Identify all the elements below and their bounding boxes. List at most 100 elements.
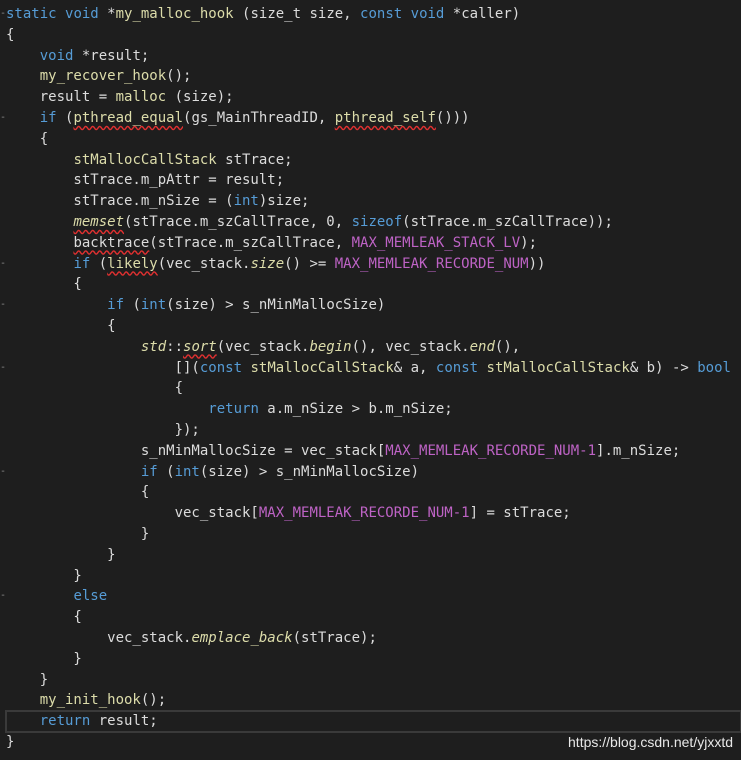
code-text: if (int(size) > s_nMinMallocSize) — [6, 462, 419, 483]
code-token: pthread_self — [334, 110, 436, 126]
code-line[interactable]: { — [0, 482, 741, 503]
code-line[interactable]: void *result; — [0, 46, 741, 67]
code-token: stTrace.m_pAttr = result; — [6, 172, 285, 189]
code-line[interactable]: - else — [0, 586, 741, 607]
code-text: my_init_hook(); — [6, 690, 166, 711]
code-text: if (int(size) > s_nMinMallocSize) — [6, 295, 385, 316]
code-line[interactable]: - if (likely(vec_stack.size() >= MAX_MEM… — [0, 254, 741, 275]
code-token: (vec_stack. — [216, 338, 310, 355]
code-text: vec_stack[MAX_MEMLEAK_RECORDE_NUM-1] = s… — [6, 503, 571, 524]
code-line[interactable]: my_recover_hook(); — [0, 66, 741, 87]
code-text: else — [6, 586, 107, 607]
code-text: } — [6, 545, 115, 566]
code-token: int — [174, 463, 200, 480]
code-text: return a.m_nSize > b.m_nSize; — [6, 399, 452, 420]
code-line[interactable]: backtrace(stTrace.m_szCallTrace, MAX_MEM… — [0, 233, 741, 254]
code-text: { — [6, 274, 82, 295]
code-line[interactable]: vec_stack.emplace_back(stTrace); — [0, 628, 741, 649]
code-token: ); — [520, 234, 538, 251]
code-token: (stTrace.m_szCallTrace)); — [402, 214, 613, 230]
code-line[interactable]: { — [0, 129, 741, 150]
code-text: if (likely(vec_stack.size() >= MAX_MEMLE… — [6, 254, 545, 275]
code-text: backtrace(stTrace.m_szCallTrace, MAX_MEM… — [6, 233, 537, 254]
code-text: } — [6, 670, 48, 691]
code-token: MAX_MEMLEAK_RECORDE_NUM-1 — [385, 442, 597, 459]
code-token: (), — [494, 338, 521, 355]
code-line[interactable]: my_init_hook(); — [0, 690, 741, 711]
code-line[interactable]: }); — [0, 420, 741, 441]
code-line[interactable]: std::sort(vec_stack.begin(), vec_stack.e… — [0, 337, 741, 358]
code-line[interactable]: memset(stTrace.m_szCallTrace, 0, sizeof(… — [0, 212, 741, 233]
code-token: std — [140, 338, 167, 355]
code-token: { — [6, 130, 49, 147]
code-line[interactable]: s_nMinMallocSize = vec_stack[MAX_MEMLEAK… — [0, 441, 741, 462]
code-token: my_malloc_hook — [115, 6, 234, 22]
code-token: { — [6, 609, 82, 626]
code-line[interactable]: result = malloc (size); — [0, 87, 741, 108]
code-token: if — [140, 463, 158, 480]
code-text: } — [6, 566, 81, 587]
code-line[interactable]: } — [0, 545, 741, 566]
code-token: } — [6, 650, 82, 667]
code-line[interactable]: { — [0, 25, 741, 46]
code-line[interactable]: - [](const stMallocCallStack& a, const s… — [0, 358, 741, 379]
code-text: { — [6, 378, 183, 399]
code-token: (stTrace.m_szCallTrace, — [149, 234, 352, 251]
code-text: { — [6, 25, 14, 46]
code-token: { — [6, 484, 150, 501]
code-token: stTrace.m_nSize = ( — [6, 193, 234, 210]
code-line[interactable]: stTrace.m_nSize = (int)size; — [0, 191, 741, 212]
code-token: return — [39, 713, 91, 730]
code-line[interactable]: return a.m_nSize > b.m_nSize; — [0, 399, 741, 420]
code-line[interactable]: - if (int(size) > s_nMinMallocSize) — [0, 295, 741, 316]
code-token: { — [6, 276, 82, 293]
code-token: bool — [697, 359, 731, 376]
code-token: ( — [90, 255, 108, 272]
code-token: return — [208, 401, 259, 418]
code-token: ( — [56, 110, 74, 126]
code-line[interactable]: { — [0, 607, 741, 628]
code-line[interactable]: return result; — [5, 710, 741, 733]
code-line[interactable]: stMallocCallStack stTrace; — [0, 150, 741, 171]
code-token: (vec_stack. — [157, 255, 251, 272]
code-text: { — [6, 607, 82, 628]
code-line[interactable]: vec_stack[MAX_MEMLEAK_RECORDE_NUM-1] = s… — [0, 503, 741, 524]
code-token: ( — [124, 297, 141, 314]
code-token: pthread_equal — [73, 110, 184, 126]
code-text: void *result; — [6, 46, 150, 67]
code-line[interactable]: - if (int(size) > s_nMinMallocSize) — [0, 462, 741, 483]
code-token: if — [73, 255, 91, 272]
code-text: }); — [6, 420, 200, 441]
code-line[interactable]: - if (pthread_equal(gs_MainThreadID, pth… — [0, 108, 741, 129]
code-line[interactable]: } — [0, 649, 741, 670]
code-line[interactable]: } — [0, 670, 741, 691]
code-text: stTrace.m_pAttr = result; — [6, 170, 284, 191]
code-line[interactable]: { — [0, 274, 741, 295]
code-token: ())) — [435, 110, 470, 126]
code-line[interactable]: { — [0, 316, 741, 337]
code-line[interactable]: } — [0, 566, 741, 587]
code-text: result = malloc (size); — [6, 87, 234, 108]
code-line[interactable]: { — [0, 378, 741, 399]
code-token: { — [6, 318, 116, 334]
code-token: if — [107, 297, 125, 314]
watermark-text: https://blog.csdn.net/yjxxtd — [568, 734, 733, 750]
code-token: if — [39, 110, 57, 126]
code-editor[interactable]: - static void *my_malloc_hook (size_t siz… — [0, 0, 741, 760]
code-token: }); — [6, 422, 200, 438]
code-token: (stTrace); — [292, 630, 377, 646]
code-line[interactable]: } — [0, 524, 741, 545]
code-line[interactable]: stTrace.m_pAttr = result; — [0, 170, 741, 191]
code-line[interactable]: - static void *my_malloc_hook (size_t siz… — [0, 4, 741, 25]
code-token: void — [410, 6, 445, 22]
code-token: } — [6, 671, 49, 688]
code-token: result; — [90, 713, 158, 730]
